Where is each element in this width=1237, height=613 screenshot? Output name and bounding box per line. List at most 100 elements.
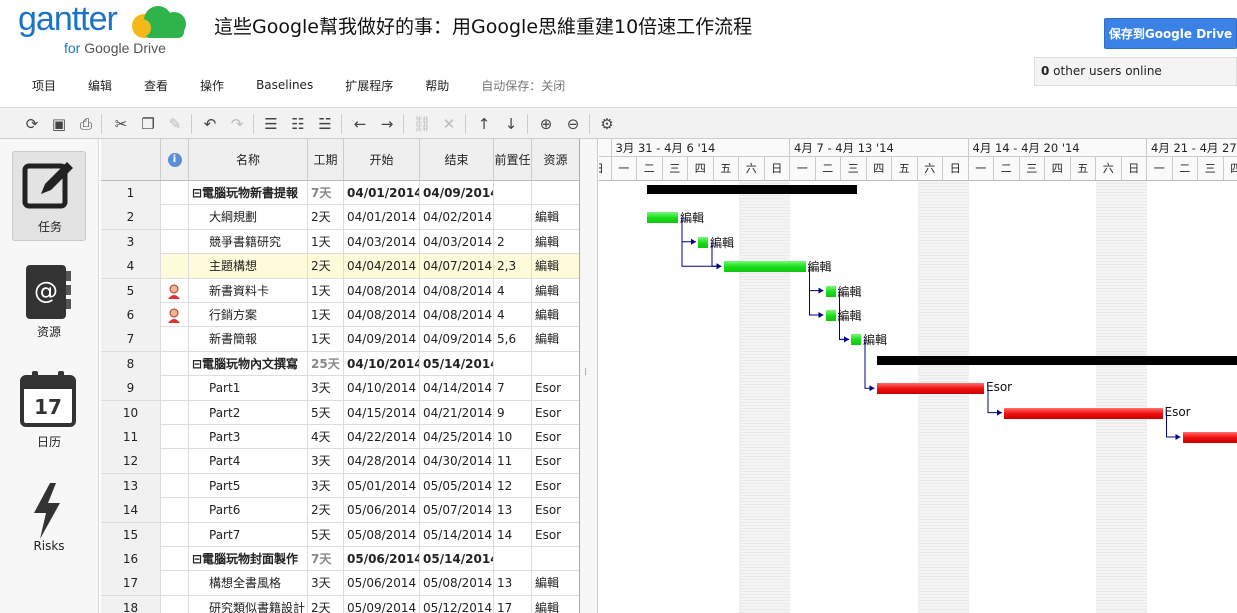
- task-name[interactable]: 競爭書籍研究: [189, 229, 308, 254]
- task-name[interactable]: 主題構想: [189, 254, 308, 279]
- link-icon[interactable]: ⛓: [412, 114, 432, 134]
- task-duration[interactable]: 3天: [308, 449, 344, 474]
- task-predecessors[interactable]: 13: [494, 498, 532, 523]
- row-indicator[interactable]: [161, 547, 189, 571]
- gantt-task-bar[interactable]: [1004, 407, 1163, 419]
- task-duration[interactable]: 1天: [308, 229, 344, 254]
- table-row[interactable]: 12 Part4 3天 04/28/2014 04/30/2014 11 Esor: [101, 449, 579, 474]
- task-predecessors[interactable]: 4: [494, 303, 532, 327]
- row-indicator[interactable]: [161, 229, 189, 254]
- menu-help[interactable]: 帮助: [425, 77, 449, 94]
- task-start[interactable]: 04/09/2014: [344, 327, 420, 352]
- task-predecessors[interactable]: [494, 205, 532, 230]
- row-indicator[interactable]: [161, 376, 189, 401]
- task-start[interactable]: 04/08/2014: [344, 303, 420, 327]
- task-predecessors[interactable]: 2: [494, 229, 532, 254]
- task-predecessors[interactable]: [494, 181, 532, 205]
- gantt-task-bar[interactable]: [723, 261, 806, 273]
- row-indicator[interactable]: [161, 498, 189, 523]
- document-title[interactable]: 這些Google幫我做好的事：用Google思維重建10倍速工作流程: [214, 12, 752, 39]
- settings-icon[interactable]: ⚙: [597, 114, 617, 134]
- copy-icon[interactable]: ❐: [138, 114, 158, 134]
- task-resources[interactable]: 編輯: [532, 303, 579, 327]
- column-header-predecessors[interactable]: 前置任: [494, 139, 532, 181]
- task-start[interactable]: 04/15/2014: [344, 400, 420, 425]
- redo-icon[interactable]: ↷: [227, 114, 247, 134]
- column-header-duration[interactable]: 工期: [308, 139, 344, 181]
- task-start[interactable]: 04/10/2014: [344, 351, 420, 376]
- table-row[interactable]: 7 新書簡報 1天 04/09/2014 04/09/2014 5,6 編輯: [101, 327, 579, 352]
- task-finish[interactable]: 04/02/2014: [420, 205, 494, 230]
- task-duration[interactable]: 7天: [308, 181, 344, 205]
- task-finish[interactable]: 04/30/2014: [420, 449, 494, 474]
- row-indicator[interactable]: [161, 571, 189, 596]
- task-resources[interactable]: 編輯: [532, 596, 579, 613]
- column-header-resources[interactable]: 资源: [532, 139, 579, 181]
- move-down-icon[interactable]: ↓: [501, 114, 521, 134]
- table-row[interactable]: 4 主題構想 2天 04/04/2014 04/07/2014 2,3 編輯: [101, 254, 579, 279]
- task-start[interactable]: 04/08/2014: [344, 278, 420, 303]
- row-indicator[interactable]: [161, 278, 189, 303]
- task-resources[interactable]: Esor: [532, 449, 579, 473]
- task-predecessors[interactable]: 9: [494, 400, 532, 425]
- task-finish[interactable]: 05/14/2014: [420, 547, 494, 571]
- task-start[interactable]: 05/06/2014: [344, 571, 420, 596]
- table-row[interactable]: 3 競爭書籍研究 1天 04/03/2014 04/03/2014 2 編輯: [101, 229, 579, 255]
- task-start[interactable]: 05/08/2014: [344, 522, 420, 547]
- task-resources[interactable]: Esor: [532, 376, 579, 400]
- table-row[interactable]: 6 行銷方案 1天 04/08/2014 04/08/2014 4 編輯: [101, 303, 579, 328]
- task-duration[interactable]: 2天: [308, 205, 344, 230]
- table-row[interactable]: 16 ⊟電腦玩物封面製作 7天 05/06/2014 05/14/2014: [101, 547, 579, 572]
- task-predecessors[interactable]: 5,6: [494, 327, 532, 352]
- task-name[interactable]: 研究類似書籍設計: [189, 595, 308, 613]
- task-predecessors[interactable]: 14: [494, 522, 532, 547]
- task-finish[interactable]: 05/12/2014: [420, 595, 494, 613]
- task-name[interactable]: ⊟電腦玩物封面製作: [189, 547, 308, 571]
- table-row[interactable]: 13 Part5 3天 05/01/2014 05/05/2014 12 Esor: [101, 473, 579, 499]
- task-duration[interactable]: 5天: [308, 522, 344, 547]
- task-duration[interactable]: 5天: [308, 400, 344, 425]
- row-indicator[interactable]: [161, 351, 189, 376]
- task-name[interactable]: Part4: [189, 449, 308, 474]
- row-indicator[interactable]: [161, 400, 189, 425]
- task-duration[interactable]: 7天: [308, 547, 344, 571]
- table-row[interactable]: 9 Part1 3天 04/10/2014 04/14/2014 7 Esor: [101, 376, 579, 401]
- row-indicator[interactable]: [161, 303, 189, 327]
- task-resources[interactable]: Esor: [532, 474, 579, 498]
- menu-view[interactable]: 查看: [144, 77, 168, 94]
- task-resources[interactable]: [532, 181, 579, 205]
- task-predecessors[interactable]: 11: [494, 449, 532, 474]
- menu-edit[interactable]: 编辑: [88, 77, 112, 94]
- gantt-task-bar[interactable]: [851, 334, 861, 346]
- row-indicator[interactable]: [161, 205, 189, 230]
- task-name[interactable]: 新書資料卡: [189, 278, 308, 303]
- task-name[interactable]: 大綱規劃: [189, 205, 308, 230]
- task-predecessors[interactable]: 17: [494, 595, 532, 613]
- paint-icon[interactable]: ✎: [165, 114, 185, 134]
- task-duration[interactable]: 25天: [308, 351, 344, 376]
- column-header-finish[interactable]: 结束: [420, 139, 494, 181]
- gantt-task-bar[interactable]: [1182, 432, 1237, 443]
- table-row[interactable]: 17 構想全書風格 3天 05/06/2014 05/08/2014 13 編輯: [101, 571, 579, 596]
- cut-icon[interactable]: ✂: [111, 114, 131, 134]
- task-duration[interactable]: 2天: [308, 595, 344, 613]
- task-duration[interactable]: 1天: [308, 303, 344, 327]
- menu-baselines[interactable]: Baselines: [256, 78, 313, 92]
- task-finish[interactable]: 05/08/2014: [420, 571, 494, 596]
- table-row[interactable]: 8 ⊟電腦玩物內文撰寫 25天 04/10/2014 05/14/2014: [101, 351, 579, 377]
- task-start[interactable]: 05/09/2014: [344, 595, 420, 613]
- grid-splitter[interactable]: ⁞: [580, 139, 598, 613]
- task-name[interactable]: 構想全書風格: [189, 571, 308, 596]
- task-resources[interactable]: 編輯: [532, 571, 579, 595]
- menu-extensions[interactable]: 扩展程序: [345, 77, 393, 94]
- task-finish[interactable]: 04/14/2014: [420, 376, 494, 401]
- table-row[interactable]: 5 新書資料卡 1天 04/08/2014 04/08/2014 4 編輯: [101, 278, 579, 303]
- task-duration[interactable]: 2天: [308, 254, 344, 279]
- task-predecessors[interactable]: 13: [494, 571, 532, 596]
- task-start[interactable]: 04/04/2014: [344, 254, 420, 279]
- task-start[interactable]: 04/10/2014: [344, 376, 420, 401]
- task-predecessors[interactable]: 10: [494, 425, 532, 449]
- task-start[interactable]: 05/06/2014: [344, 498, 420, 523]
- unlink-icon[interactable]: ✕: [439, 114, 459, 134]
- task-name[interactable]: 新書簡報: [189, 327, 308, 352]
